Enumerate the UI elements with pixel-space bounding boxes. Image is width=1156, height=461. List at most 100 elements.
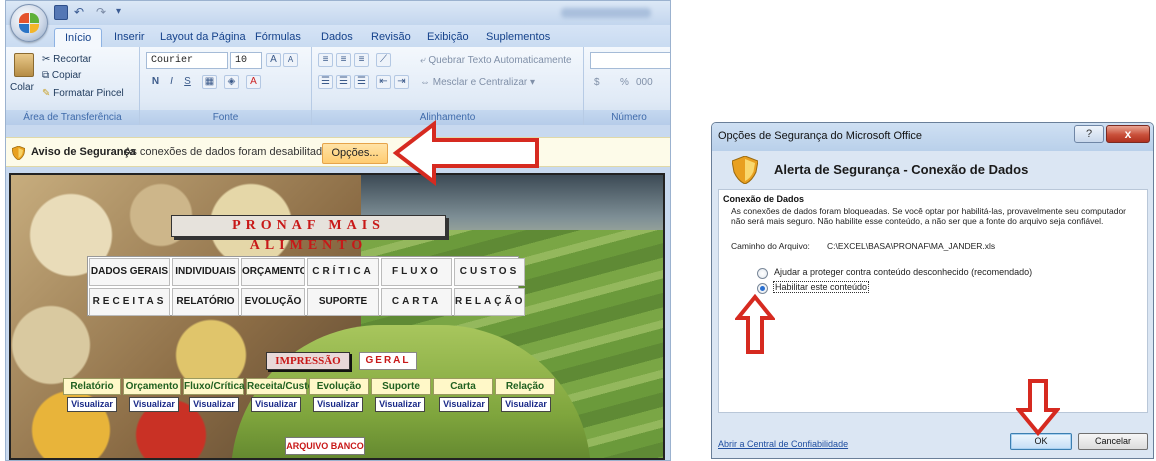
copy-button[interactable]: ⧉ Copiar [42, 69, 81, 83]
orientation-icon[interactable]: ⟋ [376, 53, 391, 67]
view-carta-button[interactable]: Visualizar [439, 397, 489, 412]
menu-evolucao-button[interactable]: EVOLUÇÃO [241, 288, 305, 316]
report-orcamento-button[interactable]: Orçamento [123, 378, 181, 395]
view-relacao-button[interactable]: Visualizar [501, 397, 551, 412]
close-button[interactable]: x [1106, 125, 1150, 143]
security-warning-message: As conexões de dados foram desabilitadas [124, 146, 334, 158]
underline-button[interactable]: S [180, 75, 195, 89]
bank-file-button[interactable]: ARQUIVO BANCO [285, 437, 365, 455]
ok-button[interactable]: OK [1010, 433, 1072, 450]
menu-custos-button[interactable]: CUSTOS [454, 258, 525, 286]
menu-fluxo-button[interactable]: FLUXO [381, 258, 452, 286]
merge-center-label: Mesclar e Centralizar [432, 77, 528, 88]
shield-icon [732, 156, 758, 184]
percent-button[interactable]: % [620, 76, 629, 90]
align-left-icon[interactable]: ☰ [318, 75, 333, 89]
currency-button[interactable]: $ [594, 76, 600, 90]
menu-suporte-button[interactable]: SUPORTE [307, 288, 379, 316]
print-general-button[interactable]: GERAL [359, 352, 417, 370]
report-relacao-button[interactable]: Relação [495, 378, 555, 395]
shrink-font-icon[interactable]: A [283, 53, 298, 67]
font-color-icon[interactable]: A [246, 75, 261, 89]
align-center-icon[interactable]: ☰ [336, 75, 351, 89]
align-top-icon[interactable]: ≡ [318, 53, 333, 67]
cancel-button[interactable]: Cancelar [1078, 433, 1148, 450]
align-middle-icon[interactable]: ≡ [336, 53, 351, 67]
merge-center-button[interactable]: ⇔ Mesclar e Centralizar ▾ [420, 76, 535, 90]
increase-indent-icon[interactable]: ⇥ [394, 75, 409, 89]
menu-receitas-button[interactable]: RECEITAS [89, 288, 170, 316]
thousands-button[interactable]: 000 [636, 76, 653, 90]
protect-radio[interactable] [757, 268, 768, 279]
format-painter-button[interactable]: ✎ Formatar Pincel [42, 87, 124, 101]
help-button[interactable]: ? [1074, 125, 1104, 143]
redo-icon[interactable]: ↷ [94, 5, 108, 20]
merge-icon: ⇔ [420, 77, 433, 88]
grow-font-icon[interactable]: A [266, 53, 281, 67]
paste-icon[interactable] [14, 53, 34, 77]
tab-formulas[interactable]: Fórmulas [253, 28, 303, 47]
enable-radio[interactable] [757, 283, 768, 294]
worksheet-area[interactable]: PRONAF MAIS ALIMENTO DADOS GERAIS INDIVI… [9, 173, 665, 460]
shield-icon [12, 146, 25, 160]
font-name-dropdown[interactable]: Courier [146, 52, 228, 69]
excel-window: ↶ ↷ ▾ Início Inserir Layout da Página Fó… [5, 0, 671, 461]
tab-dados[interactable]: Dados [319, 28, 355, 47]
view-evolucao-button[interactable]: Visualizar [313, 397, 363, 412]
ribbon: Colar ✂ Recortar ⧉ Copiar ✎ Formatar Pin… [6, 47, 670, 125]
dialog-window-title: Opções de Segurança do Microsoft Office [718, 130, 923, 142]
view-fluxo-critica-button[interactable]: Visualizar [189, 397, 239, 412]
trust-center-link[interactable]: Abrir a Central de Confiabilidade [718, 439, 848, 449]
align-bottom-icon[interactable]: ≡ [354, 53, 369, 67]
tab-exibicao[interactable]: Exibição [425, 28, 471, 47]
cut-button[interactable]: ✂ Recortar [42, 53, 92, 67]
view-suporte-button[interactable]: Visualizar [375, 397, 425, 412]
menu-relacao-button[interactable]: RELAÇÃO [454, 288, 525, 316]
office-button[interactable] [10, 4, 48, 42]
menu-individuais-button[interactable]: INDIVIDUAIS [172, 258, 239, 286]
view-relatorio-button[interactable]: Visualizar [67, 397, 117, 412]
report-evolucao-button[interactable]: Evolução [309, 378, 369, 395]
menu-relatorio-button[interactable]: RELATÓRIO [172, 288, 239, 316]
tab-inserir[interactable]: Inserir [112, 28, 147, 47]
window-title-blurred [561, 8, 651, 18]
format-painter-label: Formatar Pincel [53, 88, 124, 99]
ribbon-tabs: Início Inserir Layout da Página Fórmulas… [6, 25, 670, 47]
view-orcamento-button[interactable]: Visualizar [129, 397, 179, 412]
report-suporte-button[interactable]: Suporte [371, 378, 431, 395]
view-receita-custo-button[interactable]: Visualizar [251, 397, 301, 412]
undo-icon[interactable]: ↶ [72, 5, 86, 20]
italic-button[interactable]: I [164, 75, 179, 89]
section-title: Conexão de Dados [723, 194, 805, 204]
bold-button[interactable]: N [148, 75, 163, 89]
save-icon[interactable] [54, 5, 68, 20]
menu-critica-button[interactable]: CRÍTICA [307, 258, 379, 286]
file-path-value: C:\EXCEL\BASA\PRONAF\MA_JANDER.xls [827, 241, 996, 251]
menu-dados-gerais-button[interactable]: DADOS GERAIS [89, 258, 170, 286]
enable-option-label[interactable]: Habilitar este conteúdo [772, 281, 870, 293]
decrease-indent-icon[interactable]: ⇤ [376, 75, 391, 89]
borders-icon[interactable]: ▦ [202, 75, 217, 89]
align-right-icon[interactable]: ☰ [354, 75, 369, 89]
fill-color-icon[interactable]: ◈ [224, 75, 239, 89]
description-text: As conexões de dados foram bloqueadas. S… [731, 206, 1127, 226]
protect-option-label[interactable]: Ajudar a proteger contra conteúdo descon… [774, 267, 1032, 277]
options-button[interactable]: Opções... [322, 143, 388, 164]
tab-suplementos[interactable]: Suplementos [484, 28, 552, 47]
number-format-dropdown[interactable] [590, 52, 670, 69]
report-relatorio-button[interactable]: Relatório [63, 378, 121, 395]
menu-orcamento-button[interactable]: ORÇAMENTO [241, 258, 305, 286]
paste-button[interactable]: Colar [10, 81, 34, 95]
wrap-text-button[interactable]: ⤶ Quebrar Texto Automaticamente [420, 54, 572, 68]
report-carta-button[interactable]: Carta [433, 378, 493, 395]
report-receita-custo-button[interactable]: Receita/Custo [246, 378, 314, 395]
font-group: Courier 10 A A N I S ▦ ◈ A Fonte [140, 47, 312, 125]
customize-qat-icon[interactable]: ▾ [116, 5, 130, 20]
report-fluxo-critica-button[interactable]: Fluxo/Crítica [183, 378, 245, 395]
number-group-label: Número [584, 110, 670, 125]
font-size-dropdown[interactable]: 10 [230, 52, 262, 69]
menu-carta-button[interactable]: CARTA [381, 288, 452, 316]
tab-revisao[interactable]: Revisão [369, 28, 413, 47]
tab-layout[interactable]: Layout da Página [158, 28, 248, 47]
tab-inicio[interactable]: Início [54, 28, 103, 47]
